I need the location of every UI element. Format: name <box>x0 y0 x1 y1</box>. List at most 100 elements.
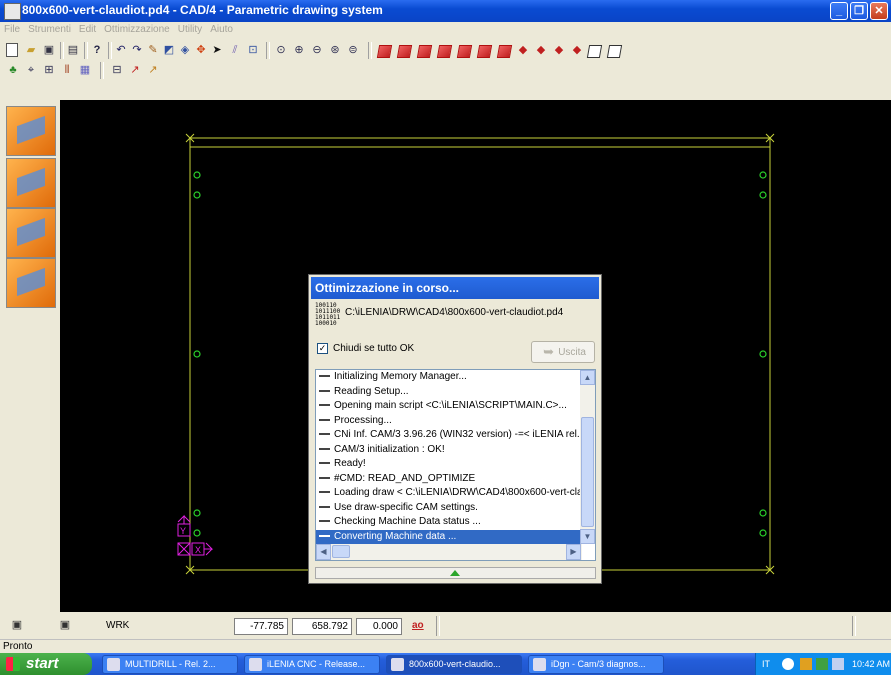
system-tray: IT 10:42 AM <box>755 653 891 675</box>
log-bullet-icon <box>319 520 330 523</box>
tool-h-icon[interactable]: ↗ <box>146 63 160 77</box>
view-iso2-icon[interactable]: ◆ <box>534 43 548 57</box>
close-button[interactable]: ✕ <box>870 2 888 20</box>
maximize-button[interactable]: ❐ <box>850 2 868 20</box>
details-toggle[interactable] <box>315 567 596 579</box>
log-vertical-scrollbar[interactable]: ▲ ▼ <box>580 370 595 544</box>
palette-rotate-icon[interactable] <box>6 258 56 308</box>
view-back-icon[interactable] <box>416 45 433 58</box>
tool-c-icon[interactable]: ⊞ <box>42 63 56 77</box>
scroll-thumb[interactable] <box>581 417 594 527</box>
view-top-icon[interactable] <box>476 45 493 58</box>
tray-monitor-icon[interactable] <box>832 658 844 670</box>
minimize-button[interactable]: _ <box>830 2 848 20</box>
log-bullet-icon <box>319 404 330 407</box>
close-if-ok-checkbox[interactable]: ✓ <box>317 343 328 354</box>
tool-d-icon[interactable]: ⫴ <box>60 63 74 77</box>
view-left-icon[interactable] <box>436 45 453 58</box>
menu-strumenti[interactable]: Strumenti <box>24 22 75 35</box>
task-ilenia-cnc[interactable]: iLENIA CNC - Release... <box>244 655 380 674</box>
view-wire-icon[interactable] <box>586 45 603 58</box>
view-3d-icon[interactable] <box>376 45 393 58</box>
view-cube2-icon[interactable]: ▣ <box>58 618 72 632</box>
scroll-up-icon[interactable]: ▲ <box>580 370 595 385</box>
print-icon[interactable]: ▤ <box>66 43 80 57</box>
view-front-icon[interactable] <box>396 45 413 58</box>
log-entry[interactable]: #CMD: READ_AND_OPTIMIZE <box>316 472 580 487</box>
move-tool-icon[interactable]: ✥ <box>194 43 208 57</box>
scroll-left-icon[interactable]: ◀ <box>316 544 331 560</box>
work-mode-label: WRK <box>106 620 130 631</box>
redo-icon[interactable]: ↷ <box>130 43 144 57</box>
exit-arrow-icon: ➥ <box>543 344 554 359</box>
new-file-icon[interactable] <box>6 43 18 57</box>
menu-utility[interactable]: Utility <box>174 22 206 35</box>
save-icon[interactable]: ▣ <box>42 43 56 57</box>
log-entry[interactable]: Converting Machine data ... <box>316 529 580 544</box>
task-multidrill[interactable]: MULTIDRILL - Rel. 2... <box>102 655 238 674</box>
log-entry[interactable]: Loading draw < C:\iLENIA\DRW\CAD4\800x60… <box>316 486 580 501</box>
zoom-previous-icon[interactable]: ⊜ <box>346 43 360 57</box>
log-entry[interactable]: Opening main script <C:\iLENIA\SCRIPT\MA… <box>316 399 580 414</box>
help-icon[interactable]: ? <box>90 43 104 57</box>
view-right-icon[interactable] <box>456 45 473 58</box>
menu-file[interactable]: File <box>0 22 24 35</box>
draw-tool-icon[interactable]: ✎ <box>146 43 160 57</box>
log-bullet-icon <box>319 375 330 378</box>
log-bullet-icon <box>319 476 330 479</box>
view-iso3-icon[interactable]: ◆ <box>552 43 566 57</box>
language-indicator[interactable]: IT <box>762 653 770 675</box>
task-cad4-drawing[interactable]: 800x600-vert-claudio... <box>386 655 522 674</box>
undo-icon[interactable]: ↶ <box>114 43 128 57</box>
palette-x-axis-icon[interactable] <box>6 158 56 208</box>
scroll-down-icon[interactable]: ▼ <box>580 529 595 544</box>
zoom-all-icon[interactable]: ⊛ <box>328 43 342 57</box>
tool-e-icon[interactable]: ▦ <box>78 63 92 77</box>
zoom-in-icon[interactable]: ⊕ <box>292 43 306 57</box>
tray-app-icon[interactable] <box>800 658 812 670</box>
log-entry[interactable]: CAM/3 initialization : OK! <box>316 443 580 458</box>
log-entry[interactable]: Use draw-specific CAM settings. <box>316 501 580 516</box>
menu-edit[interactable]: Edit <box>75 22 100 35</box>
view-bottom-icon[interactable] <box>496 45 513 58</box>
log-entry[interactable]: Processing... <box>316 414 580 429</box>
rotate-tool-icon[interactable]: ◈ <box>178 43 192 57</box>
view-iso4-icon[interactable]: ◆ <box>570 43 584 57</box>
open-folder-icon[interactable]: ▰ <box>24 43 38 57</box>
pointer-icon[interactable]: ➤ <box>210 43 224 57</box>
log-list[interactable]: Initializing Memory Manager... Reading Se… <box>315 369 596 561</box>
log-entry[interactable]: Reading Setup... <box>316 385 580 400</box>
zoom-icon[interactable]: ⊙ <box>274 43 288 57</box>
tool-g-icon[interactable]: ↗ <box>128 63 142 77</box>
scroll-right-icon[interactable]: ▶ <box>566 544 581 560</box>
log-entry[interactable]: CNi Inf. CAM/3 3.96.26 (WIN32 version) -… <box>316 428 580 443</box>
palette-machine-icon[interactable] <box>6 106 56 156</box>
tool-b-icon[interactable]: ⌖ <box>24 63 38 77</box>
menu-ottimizzazione[interactable]: Ottimizzazione <box>100 22 174 35</box>
start-button[interactable]: start <box>0 653 92 675</box>
log-entry[interactable]: Initializing Memory Manager... <box>316 370 580 385</box>
ilenia-icon <box>249 658 262 671</box>
menu-aiuto[interactable]: Aiuto <box>206 22 237 35</box>
view-cube-icon[interactable]: ▣ <box>10 618 24 632</box>
task-idgn-diagnostics[interactable]: iDgn - Cam/3 diagnos... <box>528 655 664 674</box>
log-horizontal-scrollbar[interactable]: ◀ ▶ <box>316 544 582 560</box>
tool-f-icon[interactable]: ⊟ <box>110 63 124 77</box>
hscroll-thumb[interactable] <box>332 545 350 558</box>
view-iso1-icon[interactable]: ◆ <box>516 43 530 57</box>
log-entry[interactable]: Ready! <box>316 457 580 472</box>
exit-button[interactable]: ➥ Uscita <box>531 341 595 363</box>
zoom-out-icon[interactable]: ⊖ <box>310 43 324 57</box>
view-hidden-icon[interactable] <box>606 45 623 58</box>
log-entry[interactable]: Checking Machine Data status ... <box>316 515 580 530</box>
palette-y-axis-icon[interactable] <box>6 208 56 258</box>
measure-icon[interactable]: ⫽ <box>228 43 242 57</box>
tool-a-icon[interactable]: ♣ <box>6 63 20 77</box>
log-entry-text: CAM/3 initialization : OK! <box>334 443 445 455</box>
select-area-icon[interactable]: ◩ <box>162 43 176 57</box>
main-toolbar: ▰ ▣ ▤ ? ↶ ↷ ✎ ◩ ◈ ✥ ➤ ⫽ ⊡ ⊙ ⊕ ⊖ ⊛ ⊜ ◆ ◆ … <box>0 40 891 60</box>
zoom-window-icon[interactable]: ⊡ <box>246 43 260 57</box>
tray-network-icon[interactable] <box>816 658 828 670</box>
units-icon[interactable]: ao <box>412 620 424 631</box>
back-arrow-icon[interactable] <box>782 658 794 670</box>
